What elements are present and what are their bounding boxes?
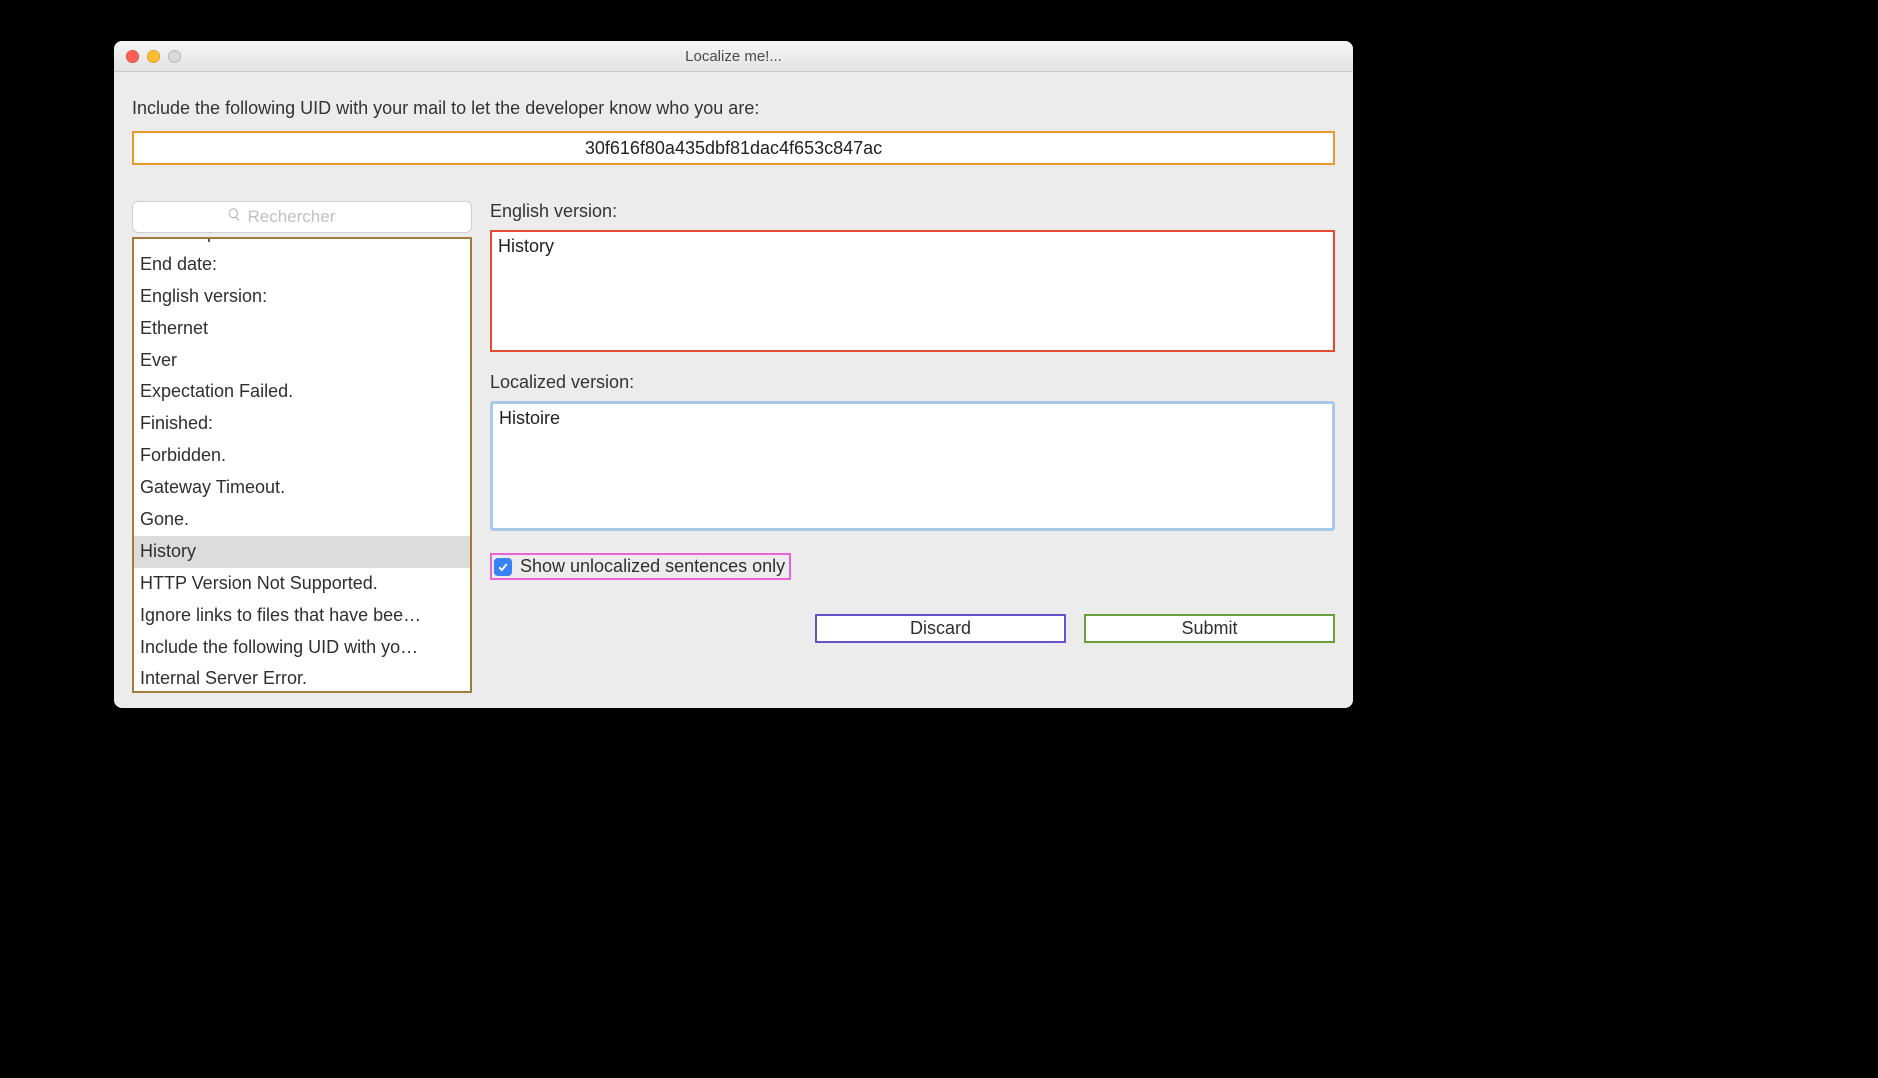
list-item[interactable]: History (134, 536, 470, 568)
localized-version-label: Localized version: (490, 372, 1335, 393)
search-field[interactable] (132, 201, 472, 233)
localized-version-field[interactable] (490, 401, 1335, 531)
traffic-lights (114, 50, 181, 63)
uid-value-field[interactable]: 30f616f80a435dbf81dac4f653c847ac (132, 131, 1335, 165)
list-item[interactable]: Internal Server Error. (134, 663, 470, 693)
close-window-button[interactable] (126, 50, 139, 63)
list-item[interactable]: Edit Script (134, 237, 470, 249)
left-column: Edit ScriptEnd date:English version:Ethe… (132, 201, 472, 693)
list-item[interactable]: Finished: (134, 408, 470, 440)
list-item[interactable]: Ethernet (134, 313, 470, 345)
english-version-text: History (498, 236, 554, 256)
list-item[interactable]: End date: (134, 249, 470, 281)
english-version-label: English version: (490, 201, 1335, 222)
window-body: Include the following UID with your mail… (114, 72, 1353, 708)
list-item[interactable]: Gateway Timeout. (134, 472, 470, 504)
button-row: Discard Submit (490, 614, 1335, 643)
list-item[interactable]: Ever (134, 345, 470, 377)
show-unlocalized-checkbox-row[interactable]: Show unlocalized sentences only (490, 553, 791, 580)
main-columns: Edit ScriptEnd date:English version:Ethe… (132, 201, 1335, 693)
minimize-window-button[interactable] (147, 50, 160, 63)
show-unlocalized-checkbox[interactable] (494, 558, 512, 576)
discard-button[interactable]: Discard (815, 614, 1066, 643)
search-icon (227, 207, 242, 227)
checkmark-icon (497, 561, 509, 573)
uid-value-text: 30f616f80a435dbf81dac4f653c847ac (585, 138, 882, 159)
window-title: Localize me!... (114, 48, 1353, 65)
list-item[interactable]: Ignore links to files that have bee… (134, 600, 470, 632)
list-item[interactable]: Include the following UID with yo… (134, 632, 470, 664)
list-item[interactable]: English version: (134, 281, 470, 313)
submit-button[interactable]: Submit (1084, 614, 1335, 643)
right-column: English version: History Localized versi… (490, 201, 1335, 693)
list-item[interactable]: Forbidden. (134, 440, 470, 472)
english-version-field: History (490, 230, 1335, 352)
app-window: Localize me!... Include the following UI… (114, 41, 1353, 708)
list-item[interactable]: Gone. (134, 504, 470, 536)
discard-button-label: Discard (910, 618, 971, 639)
zoom-window-button[interactable] (168, 50, 181, 63)
show-unlocalized-label: Show unlocalized sentences only (520, 556, 785, 577)
submit-button-label: Submit (1181, 618, 1237, 639)
list-item[interactable]: HTTP Version Not Supported. (134, 568, 470, 600)
list-item[interactable]: Expectation Failed. (134, 376, 470, 408)
uid-instruction-label: Include the following UID with your mail… (132, 98, 1335, 119)
search-input[interactable] (248, 207, 378, 227)
titlebar[interactable]: Localize me!... (114, 41, 1353, 72)
sentence-listbox[interactable]: Edit ScriptEnd date:English version:Ethe… (132, 237, 472, 693)
